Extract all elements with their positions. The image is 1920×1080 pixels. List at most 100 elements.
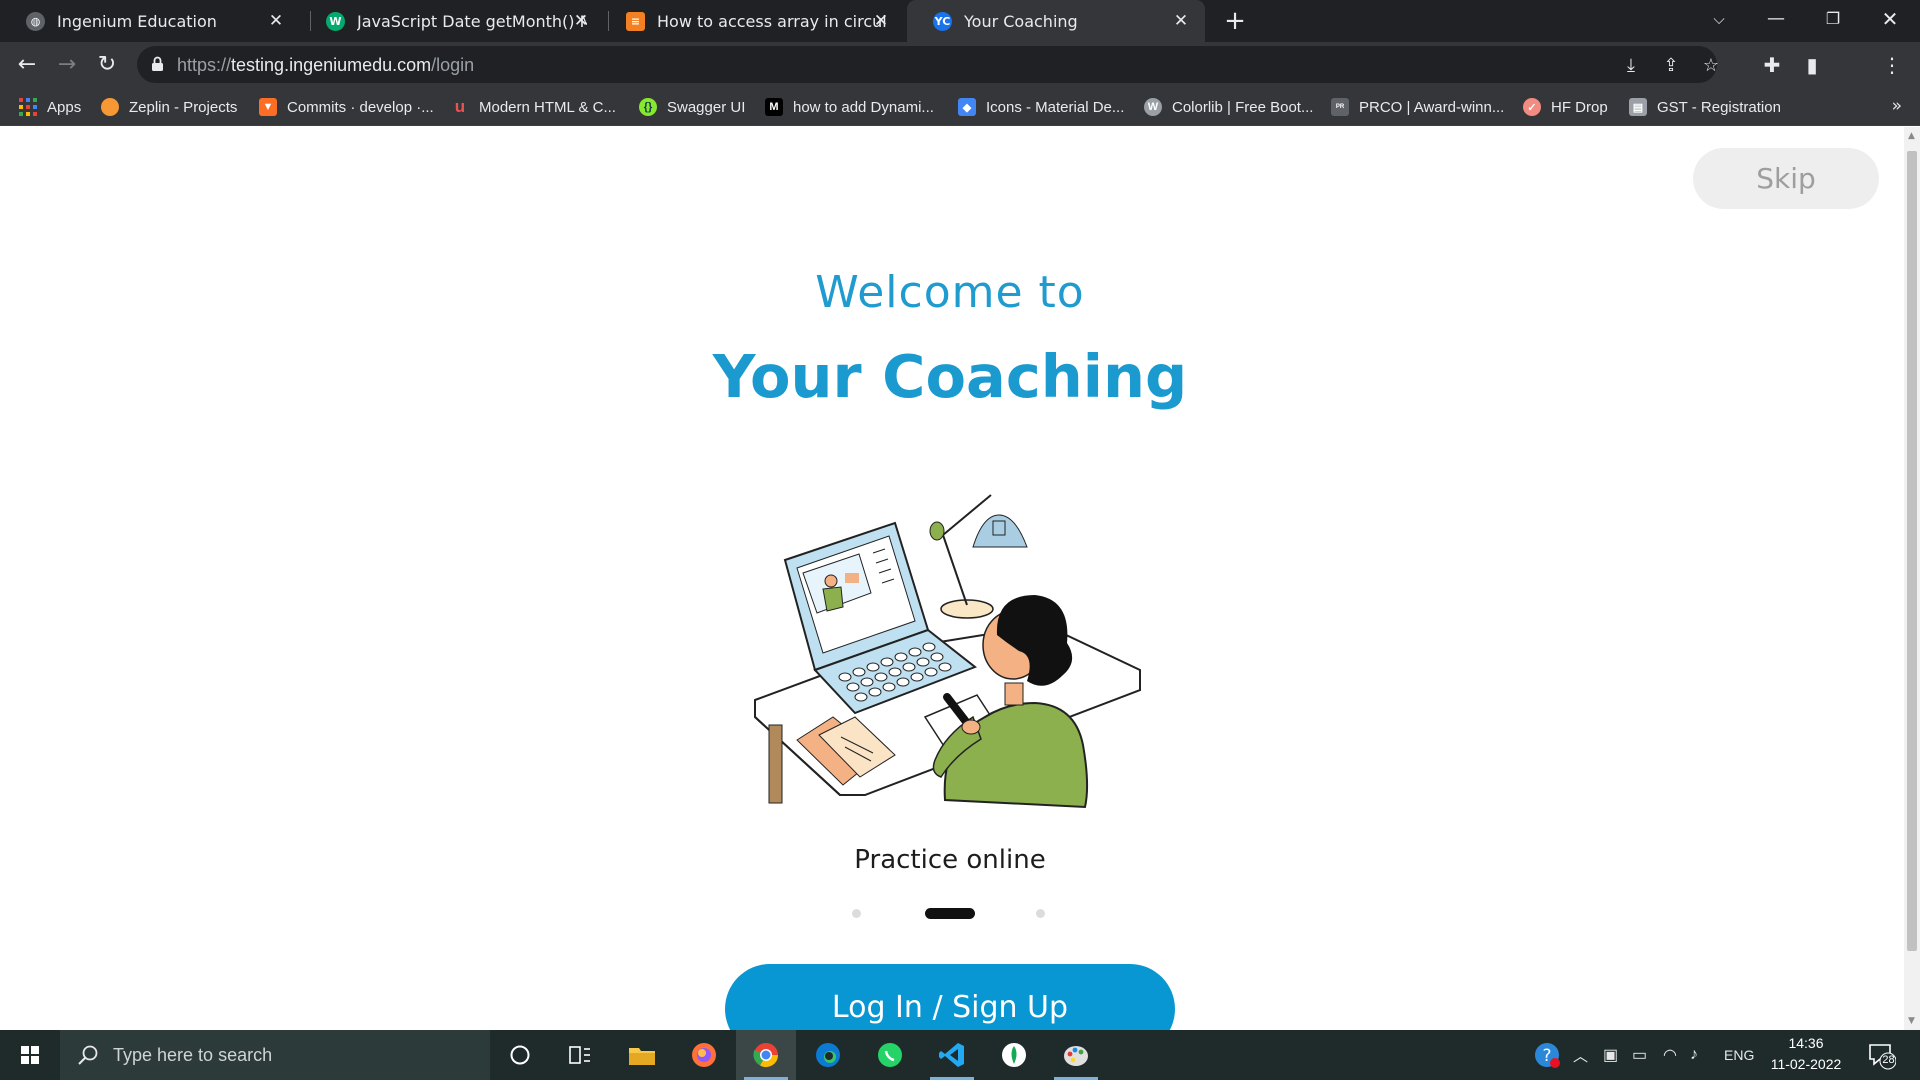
paint-icon[interactable] xyxy=(1046,1030,1106,1080)
task-view-icon[interactable] xyxy=(550,1030,610,1080)
address-bar[interactable]: https://testing.ingeniumedu.com/login ⤓ … xyxy=(137,46,1719,83)
chrome-taskbar-icon[interactable] xyxy=(736,1030,796,1080)
vscode-icon[interactable] xyxy=(922,1030,982,1080)
search-placeholder: Type here to search xyxy=(113,1044,273,1065)
bookmark-hf-drop[interactable]: ✓ HF Drop xyxy=(1523,96,1608,118)
windows-logo-icon xyxy=(21,1046,39,1064)
new-tab-button[interactable]: + xyxy=(1220,6,1250,36)
carousel-dot[interactable] xyxy=(852,909,861,918)
close-window-button[interactable]: ✕ xyxy=(1869,0,1911,38)
back-arrow-icon[interactable]: ← xyxy=(11,49,43,81)
brand-title: Your Coaching xyxy=(712,342,1188,411)
show-hidden-icons-chevron-icon[interactable]: ︿ xyxy=(1573,1030,1588,1080)
bookmark-gst[interactable]: ▤ GST - Registration xyxy=(1629,96,1781,118)
bookmark-zeplin[interactable]: Zeplin - Projects xyxy=(101,96,237,118)
windows-taskbar: Type here to search ? ︿ ▣ ▭ ◠ ♪ ENG 14:3… xyxy=(0,1030,1920,1080)
close-tab-icon[interactable]: ✕ xyxy=(871,11,891,31)
volume-icon[interactable]: ♪ xyxy=(1690,1030,1698,1080)
tab-array-circular[interactable]: ≡ How to access array in circular m ✕ xyxy=(600,0,905,42)
bookmark-star-icon[interactable]: ☆ xyxy=(1698,53,1724,79)
bookmark-label: Colorlib | Free Boot... xyxy=(1172,98,1314,116)
globe-icon: ◍ xyxy=(26,11,45,31)
bookmark-medium[interactable]: M how to add Dynami... xyxy=(765,96,934,118)
bookmark-commits[interactable]: ▼ Commits · develop ·... xyxy=(259,96,434,118)
bookmark-material-icons[interactable]: ◆ Icons - Material De... xyxy=(958,96,1124,118)
input-language[interactable]: ENG xyxy=(1724,1030,1754,1080)
url-text[interactable]: https://testing.ingeniumedu.com/login xyxy=(177,55,474,76)
bookmark-prco[interactable]: PR PRCO | Award-winn... xyxy=(1331,96,1504,118)
close-tab-icon[interactable]: ✕ xyxy=(266,11,286,31)
close-tab-icon[interactable]: ✕ xyxy=(1171,11,1191,31)
gitlab-icon: ▼ xyxy=(259,98,277,116)
hfdrop-icon: ✓ xyxy=(1523,98,1541,116)
page-scrollbar[interactable]: ▲ ▼ xyxy=(1904,127,1920,1030)
more-menu-icon[interactable]: ⋮ xyxy=(1877,50,1907,80)
login-signup-button[interactable]: Log In / Sign Up xyxy=(725,964,1175,1030)
share-icon[interactable]: ⇪ xyxy=(1658,53,1684,79)
swagger-icon: {} xyxy=(639,98,657,116)
carousel-caption: Practice online xyxy=(854,845,1046,875)
help-icon[interactable]: ? xyxy=(1533,1030,1561,1080)
side-panel-icon[interactable]: ▮ xyxy=(1797,50,1827,80)
yourcoaching-icon: YC xyxy=(933,11,952,31)
firefox-icon[interactable] xyxy=(674,1030,734,1080)
tab-javascript-date[interactable]: W JavaScript Date getMonth() Meth ✕ xyxy=(300,0,605,42)
bookmark-label: Commits · develop ·... xyxy=(287,98,434,116)
bookmarks-bar: Apps Zeplin - Projects ▼ Commits · devel… xyxy=(0,88,1920,126)
apps-grid-icon xyxy=(19,98,37,116)
zeplin-icon xyxy=(101,98,119,116)
student-at-desk-illustration xyxy=(754,494,1141,809)
system-clock[interactable]: 14:36 11-02-2022 xyxy=(1756,1033,1856,1075)
meet-now-icon[interactable]: ▣ xyxy=(1603,1030,1618,1080)
file-explorer-icon[interactable] xyxy=(612,1030,672,1080)
skip-button[interactable]: Skip xyxy=(1693,148,1879,209)
bookmark-label: how to add Dynami... xyxy=(793,98,934,116)
bookmark-modern-html[interactable]: u Modern HTML & C... xyxy=(451,96,616,118)
tab-your-coaching[interactable]: YC Your Coaching ✕ xyxy=(907,0,1205,42)
tab-title: JavaScript Date getMonth() Meth xyxy=(357,11,587,31)
clock-date: 11-02-2022 xyxy=(1770,1056,1842,1072)
notification-center-icon[interactable]: 28 xyxy=(1866,1040,1897,1070)
close-tab-icon[interactable]: ✕ xyxy=(571,11,591,31)
forward-arrow-icon[interactable]: → xyxy=(51,49,83,81)
medium-icon: M xyxy=(765,98,783,116)
bookmark-label: Apps xyxy=(47,98,82,116)
bookmarks-overflow-icon[interactable]: » xyxy=(1892,96,1902,116)
battery-icon[interactable]: ▭ xyxy=(1632,1030,1647,1080)
udemy-icon: u xyxy=(454,97,466,116)
cortana-icon[interactable] xyxy=(490,1030,550,1080)
windows-start-button[interactable] xyxy=(0,1030,60,1080)
minimize-button[interactable]: — xyxy=(1755,0,1797,38)
restore-button[interactable]: ❐ xyxy=(1812,0,1854,38)
prco-icon: PR xyxy=(1331,98,1349,116)
scroll-down-arrow-icon[interactable]: ▼ xyxy=(1908,1016,1915,1026)
bookmark-label: GST - Registration xyxy=(1657,98,1781,116)
page-viewport: Skip Welcome to Your Coaching Practice o… xyxy=(0,127,1904,1030)
lock-icon[interactable] xyxy=(151,56,164,72)
bookmark-label: Icons - Material De... xyxy=(986,98,1125,116)
carousel-dot[interactable] xyxy=(1036,909,1045,918)
bookmark-apps[interactable]: Apps xyxy=(19,96,81,118)
browser-toolbar: ← → ↻ https://testing.ingeniumedu.com/lo… xyxy=(0,42,1920,88)
tab-title: Ingenium Education xyxy=(57,11,217,31)
taskbar-search-box[interactable]: Type here to search xyxy=(60,1030,490,1080)
tab-title: Your Coaching xyxy=(964,11,1078,31)
bookmark-swagger[interactable]: {} Swagger UI xyxy=(639,96,745,118)
scrollbar-thumb[interactable] xyxy=(1907,151,1917,951)
bookmark-label: Swagger UI xyxy=(667,98,746,116)
wordpress-icon: W xyxy=(1144,98,1162,116)
install-app-icon[interactable]: ⤓ xyxy=(1618,53,1644,79)
bookmark-colorlib[interactable]: W Colorlib | Free Boot... xyxy=(1144,96,1313,118)
whatsapp-icon[interactable] xyxy=(860,1030,920,1080)
carousel-dot-active[interactable] xyxy=(925,908,975,919)
extensions-puzzle-icon[interactable]: ✚ xyxy=(1757,50,1787,80)
reload-icon[interactable]: ↻ xyxy=(91,49,123,81)
mongodb-compass-icon[interactable] xyxy=(984,1030,1044,1080)
tab-ingenium-education[interactable]: ◍ Ingenium Education ✕ xyxy=(0,0,300,42)
search-icon xyxy=(78,1045,98,1065)
bookmark-label: HF Drop xyxy=(1551,98,1608,116)
scroll-up-arrow-icon[interactable]: ▲ xyxy=(1908,131,1915,141)
edge-icon[interactable] xyxy=(798,1030,858,1080)
wifi-icon[interactable]: ◠ xyxy=(1663,1030,1677,1080)
tab-search-chevron-icon[interactable]: ⌵ xyxy=(1698,0,1740,38)
